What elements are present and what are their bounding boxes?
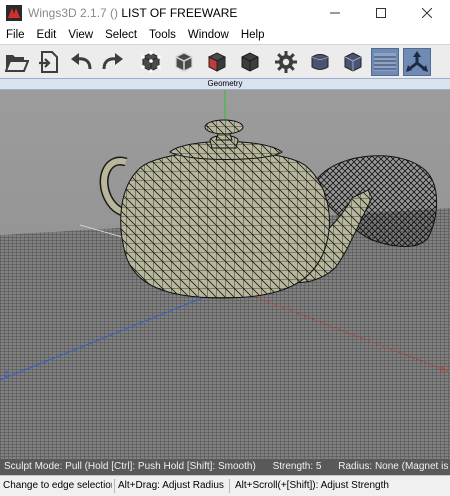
toolbar bbox=[0, 44, 450, 78]
wireframe-toggle-icon bbox=[344, 52, 362, 72]
wings3d-app-icon bbox=[6, 5, 22, 21]
document-title: LIST OF FREEWARE bbox=[121, 6, 238, 20]
hint-select-mode: Change to edge selection mode bbox=[3, 480, 112, 491]
menu-bar: File Edit View Select Tools Window Help bbox=[0, 26, 450, 44]
hint-adjust-strength: Alt+Scroll(+[Shift]): Adjust Strength bbox=[235, 480, 389, 491]
window-title: Wings3D 2.1.7 () LIST OF FREEWARE bbox=[28, 6, 237, 20]
hint-adjust-radius: Alt+Drag: Adjust Radius bbox=[118, 480, 224, 491]
ground-plane-button[interactable] bbox=[371, 48, 399, 76]
body-select-mode-icon bbox=[241, 52, 259, 72]
geometry-window-tab[interactable]: Geometry bbox=[0, 78, 450, 90]
smooth-preview-icon bbox=[311, 54, 329, 70]
ground-plane-icon bbox=[374, 53, 396, 71]
import-icon bbox=[39, 51, 58, 73]
viewport-canvas[interactable]: X Z bbox=[0, 90, 450, 459]
face-select-mode-button[interactable] bbox=[203, 48, 231, 76]
redo-button[interactable] bbox=[99, 48, 127, 76]
edge-select-mode-button[interactable] bbox=[170, 48, 198, 76]
vertex-select-mode-icon bbox=[141, 51, 161, 73]
window-controls bbox=[312, 0, 450, 26]
redo-icon bbox=[102, 53, 123, 70]
face-select-mode-icon bbox=[207, 52, 227, 72]
close-button[interactable] bbox=[404, 0, 450, 26]
z-axis-marker-icon: Z bbox=[4, 370, 9, 379]
radius-text: Radius: None (Magnet is off) bbox=[338, 461, 450, 472]
smooth-preview-button[interactable] bbox=[306, 48, 334, 76]
sculpt-mode-text: Sculpt Mode: Pull (Hold [Ctrl]: Push Hol… bbox=[4, 461, 256, 472]
undo-icon bbox=[71, 53, 92, 70]
undo-button[interactable] bbox=[67, 48, 95, 76]
info-divider bbox=[229, 479, 230, 493]
vertex-select-mode-button[interactable] bbox=[137, 48, 165, 76]
settings-button[interactable] bbox=[272, 48, 300, 76]
app-name: Wings3D 2.1.7 () bbox=[28, 6, 119, 20]
minimize-icon bbox=[330, 12, 340, 14]
menu-tools[interactable]: Tools bbox=[143, 29, 182, 41]
strength-text: Strength: 5 bbox=[272, 461, 322, 472]
open-icon bbox=[5, 55, 29, 72]
info-line: Change to edge selection mode Alt+Drag: … bbox=[0, 475, 450, 496]
maximize-button[interactable] bbox=[358, 0, 404, 26]
menu-file[interactable]: File bbox=[0, 29, 31, 41]
menu-view[interactable]: View bbox=[62, 29, 99, 41]
sculpt-status-bar: Sculpt Mode: Pull (Hold [Ctrl]: Push Hol… bbox=[0, 459, 450, 475]
body-select-mode-button[interactable] bbox=[236, 48, 264, 76]
edge-select-mode-icon bbox=[175, 52, 193, 72]
menu-help[interactable]: Help bbox=[235, 29, 271, 41]
maximize-icon bbox=[376, 8, 386, 18]
settings-gear-icon bbox=[275, 51, 297, 73]
geometry-viewport[interactable]: X Z bbox=[0, 90, 450, 459]
open-button[interactable] bbox=[3, 48, 31, 76]
title-bar: Wings3D 2.1.7 () LIST OF FREEWARE bbox=[0, 0, 450, 26]
import-button[interactable] bbox=[35, 48, 63, 76]
axes-toggle-icon bbox=[406, 51, 428, 72]
menu-window[interactable]: Window bbox=[182, 29, 235, 41]
x-axis-marker-icon: X bbox=[440, 365, 446, 374]
menu-edit[interactable]: Edit bbox=[31, 29, 63, 41]
axes-toggle-button[interactable] bbox=[403, 48, 431, 76]
menu-select[interactable]: Select bbox=[99, 29, 143, 41]
close-icon bbox=[422, 8, 432, 18]
wireframe-toggle-button[interactable] bbox=[339, 48, 367, 76]
minimize-button[interactable] bbox=[312, 0, 358, 26]
